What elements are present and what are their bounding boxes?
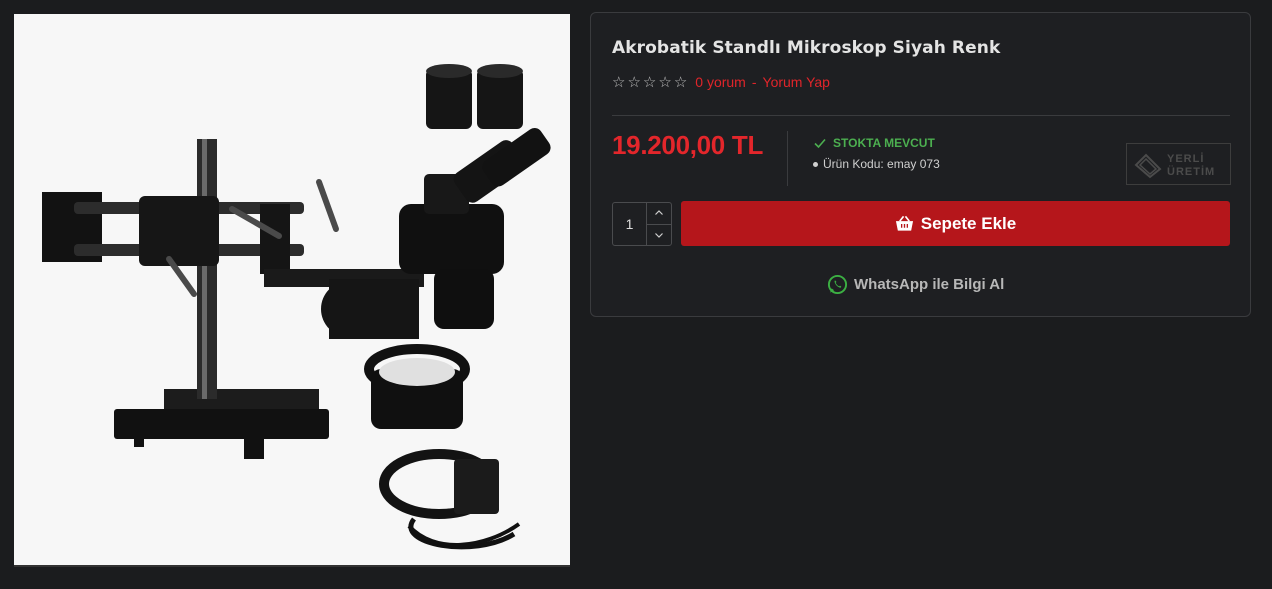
rating-row: ☆ ☆ ☆ ☆ ☆ 0 yorum - Yorum Yap (612, 74, 830, 90)
basket-icon (895, 215, 913, 231)
star-outline-icon: ☆ (642, 73, 657, 91)
star-outline-icon: ☆ (673, 73, 688, 91)
quantity-increase-button[interactable] (647, 203, 671, 224)
reviews-count-link[interactable]: 0 yorum (695, 74, 746, 90)
product-code: Ürün Kodu: emay 073 (813, 157, 940, 171)
add-to-cart-button[interactable]: Sepete Ekle (681, 201, 1230, 246)
rating-stars[interactable]: ☆ ☆ ☆ ☆ ☆ (612, 74, 687, 90)
badge-emblem-icon (1134, 153, 1162, 179)
product-code-label: Ürün Kodu: emay 073 (823, 157, 940, 171)
bullet-icon (813, 161, 818, 167)
badge-line-1: YERLİ (1167, 153, 1205, 165)
star-outline-icon: ☆ (658, 73, 672, 91)
stock-status: STOKTA MEVCUT (813, 136, 935, 150)
chevron-up-icon (655, 210, 663, 216)
chevron-down-icon (655, 232, 663, 238)
product-image[interactable] (14, 14, 570, 567)
quantity-decrease-button[interactable] (647, 223, 671, 246)
add-to-cart-label: Sepete Ekle (920, 213, 1017, 233)
write-review-link[interactable]: Yorum Yap (763, 74, 830, 90)
stock-label: STOKTA MEVCUT (833, 136, 935, 150)
star-outline-icon: ☆ (627, 73, 641, 91)
check-icon (814, 138, 826, 149)
star-outline-icon: ☆ (612, 73, 626, 91)
product-info-card: Akrobatik Standlı Mikroskop Siyah Renk ☆… (590, 12, 1251, 317)
local-production-badge: YERLİ ÜRETİM (1126, 143, 1231, 185)
vertical-divider (787, 131, 788, 186)
divider (612, 115, 1230, 116)
whatsapp-label: WhatsApp ile Bilgi Al (854, 276, 1005, 293)
whatsapp-info-link[interactable]: WhatsApp ile Bilgi Al (827, 274, 1004, 295)
whatsapp-icon (827, 274, 848, 295)
quantity-input[interactable] (613, 203, 646, 245)
product-page: Akrobatik Standlı Mikroskop Siyah Renk ☆… (0, 0, 1272, 589)
product-title: Akrobatik Standlı Mikroskop Siyah Renk (612, 38, 1001, 58)
microscope-illustration (14, 14, 570, 565)
product-price: 19.200,00 TL (612, 130, 764, 160)
quantity-stepper (612, 202, 672, 246)
rating-separator: - (751, 74, 757, 90)
quantity-buttons (646, 203, 671, 245)
badge-line-2: ÜRETİM (1167, 166, 1216, 178)
